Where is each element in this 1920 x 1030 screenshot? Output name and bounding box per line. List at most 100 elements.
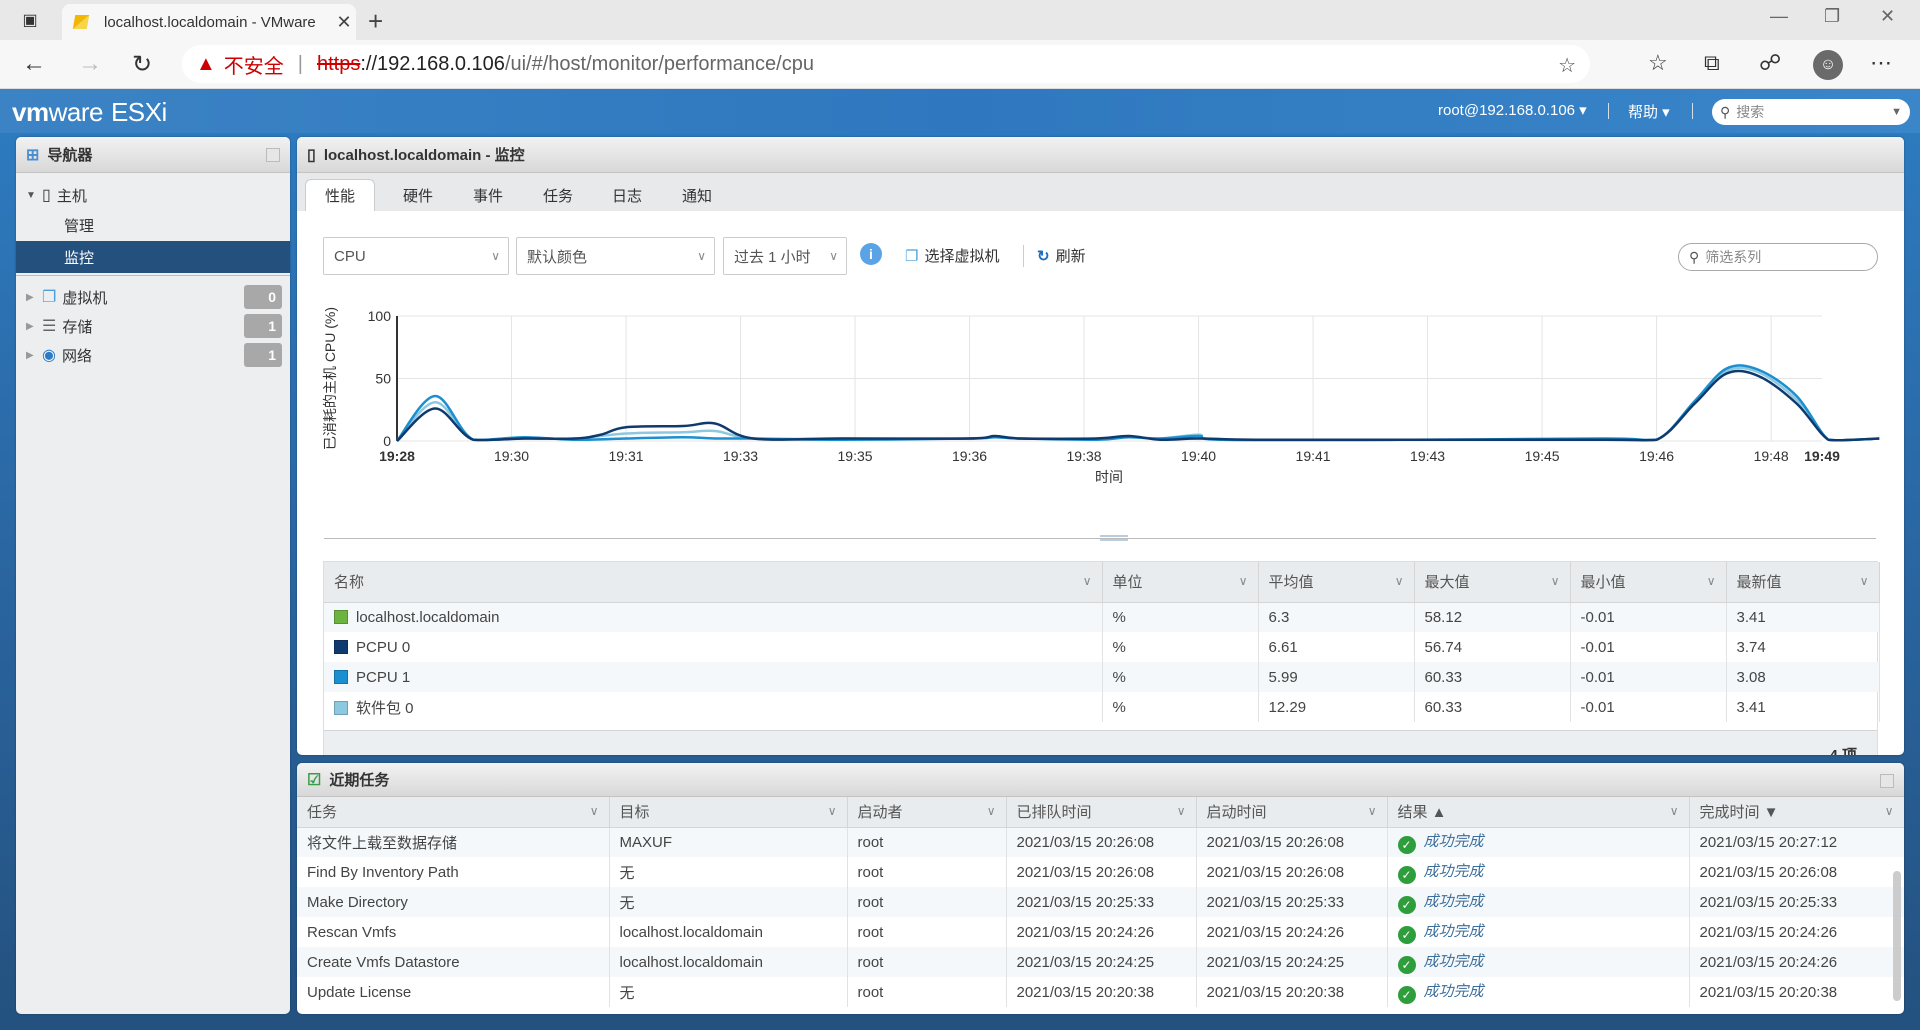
series-cell-avg: 6.61 xyxy=(1258,632,1415,662)
global-search[interactable]: ⚲ 搜索 ▼ xyxy=(1712,99,1910,125)
task-cell-result: ✓ 成功完成 xyxy=(1387,977,1690,1007)
tasks-header-queued[interactable]: 已排队时间 ∨ xyxy=(1006,797,1197,828)
collapse-icon[interactable] xyxy=(1880,774,1894,788)
nav-host[interactable]: ▼ ▯ 主机 xyxy=(16,179,290,211)
chevron-down-icon[interactable]: ∨ xyxy=(1885,804,1894,818)
tab-events[interactable]: 事件 xyxy=(463,179,513,211)
tab-logs[interactable]: 日志 xyxy=(602,179,652,211)
share-icon[interactable]: ☍ xyxy=(1759,50,1781,76)
nav-storage[interactable]: ▶ ☰ 存储 1 xyxy=(16,310,290,342)
series-header-col-latest[interactable]: 最新值 ∨ xyxy=(1726,562,1880,603)
chevron-down-icon[interactable]: ∨ xyxy=(1707,574,1716,588)
series-header-col-min[interactable]: 最小值 ∨ xyxy=(1570,562,1727,603)
nav-manage[interactable]: 管理 xyxy=(16,209,290,241)
chevron-down-icon[interactable]: ▼ xyxy=(1891,106,1902,118)
chevron-down-icon[interactable]: ∨ xyxy=(1368,804,1377,818)
reload-icon[interactable]: ↻ xyxy=(132,50,152,79)
minimize-icon[interactable]: — xyxy=(1770,6,1788,27)
task-row[interactable]: 将文件上载至数据存储 MAXUF root 2021/03/15 20:26:08 20… xyxy=(297,827,1904,857)
series-cell-latest: 3.74 xyxy=(1726,632,1880,662)
tasks-header-initiator[interactable]: 启动者 ∨ xyxy=(847,797,1007,828)
browser-tab-bar: ▣ localhost.localdomain - VMware ✕ + — ❐… xyxy=(0,0,1920,40)
browser-tab[interactable]: localhost.localdomain - VMware ✕ xyxy=(62,4,356,40)
tab-actions-icon[interactable]: ▣ xyxy=(18,8,42,32)
expand-icon[interactable]: ▶ xyxy=(26,292,38,303)
close-tab-icon[interactable]: ✕ xyxy=(332,12,356,33)
chevron-down-icon[interactable]: ∨ xyxy=(1395,574,1404,588)
new-tab-icon[interactable]: + xyxy=(368,6,383,37)
user-menu[interactable]: root@192.168.0.106 ▾ xyxy=(1438,101,1587,119)
series-row[interactable]: localhost.localdomain% 6.3 58.12 -0.01 3.41 xyxy=(324,602,1880,632)
nav-network[interactable]: ▶ ◉ 网络 1 xyxy=(16,339,290,371)
tab-notifications[interactable]: 通知 xyxy=(672,179,722,211)
series-header-col-max[interactable]: 最大值 ∨ xyxy=(1414,562,1571,603)
task-cell-task: Find By Inventory Path xyxy=(297,857,610,887)
series-row[interactable]: PCPU 0% 6.61 56.74 -0.01 3.74 xyxy=(324,632,1880,662)
tab-performance[interactable]: 性能 xyxy=(305,179,375,211)
tasks-header-completed[interactable]: 完成时间 ▼ ∨ xyxy=(1689,797,1904,828)
filter-series-input[interactable]: ⚲ 筛选系列 xyxy=(1678,243,1878,271)
series-row[interactable]: PCPU 1% 5.99 60.33 -0.01 3.08 xyxy=(324,662,1880,692)
expand-icon[interactable]: ▶ xyxy=(26,321,38,332)
filter-placeholder: 筛选系列 xyxy=(1705,249,1762,265)
task-cell-initiator: root xyxy=(847,917,1007,947)
chevron-down-icon[interactable]: ∨ xyxy=(1083,574,1092,588)
metric-select[interactable]: CPU ∨ xyxy=(323,237,509,275)
expand-icon[interactable]: ▼ xyxy=(26,190,38,201)
splitter-grip-icon[interactable] xyxy=(1100,535,1128,541)
chevron-down-icon[interactable]: ∨ xyxy=(828,804,837,818)
chevron-down-icon[interactable]: ∨ xyxy=(1177,804,1186,818)
monitor-title: localhost.localdomain - 监控 xyxy=(323,147,525,164)
task-row[interactable]: Find By Inventory Path 无 root 2021/03/15 20… xyxy=(297,857,1904,887)
back-icon[interactable]: ← xyxy=(22,50,46,78)
time-range-select[interactable]: 过去 1 小时 ∨ xyxy=(723,237,847,275)
add-favorite-icon[interactable]: ☆ xyxy=(1558,53,1576,78)
info-icon[interactable]: i xyxy=(860,243,882,265)
chevron-down-icon[interactable]: ∨ xyxy=(1670,804,1679,818)
cell-text: 无 xyxy=(619,864,635,882)
tasks-header-task[interactable]: 任务 ∨ xyxy=(297,797,610,828)
cell-text: 56.74 xyxy=(1424,638,1463,656)
chevron-down-icon[interactable]: ∨ xyxy=(1860,574,1869,588)
tasks-header-result[interactable]: 结果 ▲ ∨ xyxy=(1387,797,1690,828)
series-header-col-name[interactable]: 名称 ∨ xyxy=(324,562,1103,603)
tab-hardware[interactable]: 硬件 xyxy=(393,179,443,211)
tab-tasks[interactable]: 任务 xyxy=(533,179,583,211)
refresh-button[interactable]: ↻ 刷新 xyxy=(1037,245,1086,266)
nav-vms[interactable]: ▶ ❐ 虚拟机 0 xyxy=(16,281,290,313)
url-field[interactable]: ▲ 不安全 | https ://192.168.0.106 /ui/#/hos… xyxy=(182,45,1590,83)
help-menu[interactable]: 帮助 ▾ xyxy=(1628,101,1670,122)
task-row[interactable]: Update License 无 root 2021/03/15 20:20:38 20… xyxy=(297,977,1904,1007)
series-header-col-unit[interactable]: 单位 ∨ xyxy=(1102,562,1259,603)
color-scheme-select[interactable]: 默认颜色 ∨ xyxy=(516,237,715,275)
tasks-scrollbar[interactable] xyxy=(1893,871,1901,1001)
cell-text: 2021/03/15 20:20:38 xyxy=(1206,983,1345,1001)
forward-icon[interactable]: → xyxy=(78,50,102,78)
chevron-down-icon: ∨ xyxy=(829,249,838,263)
security-label[interactable]: 不安全 xyxy=(224,50,284,79)
profile-avatar[interactable]: ☺ xyxy=(1813,50,1843,80)
favorites-icon[interactable]: ☆ xyxy=(1648,50,1668,76)
task-row[interactable]: Create Vmfs Datastore localhost.localdoma… xyxy=(297,947,1904,977)
select-vm-button[interactable]: ❐ 选择虚拟机 xyxy=(905,245,999,266)
task-row[interactable]: Rescan Vmfs localhost.localdomain root 2021… xyxy=(297,917,1904,947)
nav-monitor[interactable]: 监控 xyxy=(16,241,290,273)
chevron-down-icon: ∨ xyxy=(697,249,706,263)
tasks-header-started[interactable]: 启动时间 ∨ xyxy=(1196,797,1388,828)
chevron-down-icon[interactable]: ∨ xyxy=(987,804,996,818)
restore-icon[interactable]: ❐ xyxy=(1824,6,1840,27)
collapse-icon[interactable] xyxy=(266,148,280,162)
series-row[interactable]: 软件包 0% 12.29 60.33 -0.01 3.41 xyxy=(324,692,1880,722)
collections-icon[interactable]: ⧉ xyxy=(1704,50,1720,76)
chevron-down-icon[interactable]: ∨ xyxy=(1239,574,1248,588)
window-close-icon[interactable]: ✕ xyxy=(1880,6,1895,27)
expand-icon[interactable]: ▶ xyxy=(26,350,38,361)
more-menu-icon[interactable]: ⋯ xyxy=(1870,50,1892,76)
x-tick-label: 19:38 xyxy=(1067,448,1102,464)
chevron-down-icon[interactable]: ∨ xyxy=(1551,574,1560,588)
series-header-col-avg[interactable]: 平均值 ∨ xyxy=(1258,562,1415,603)
task-row[interactable]: Make Directory 无 root 2021/03/15 20:25:33 20… xyxy=(297,887,1904,917)
tasks-header-target[interactable]: 目标 ∨ xyxy=(609,797,848,828)
chevron-down-icon[interactable]: ∨ xyxy=(590,804,599,818)
x-axis-title: 时间 xyxy=(1095,469,1123,485)
